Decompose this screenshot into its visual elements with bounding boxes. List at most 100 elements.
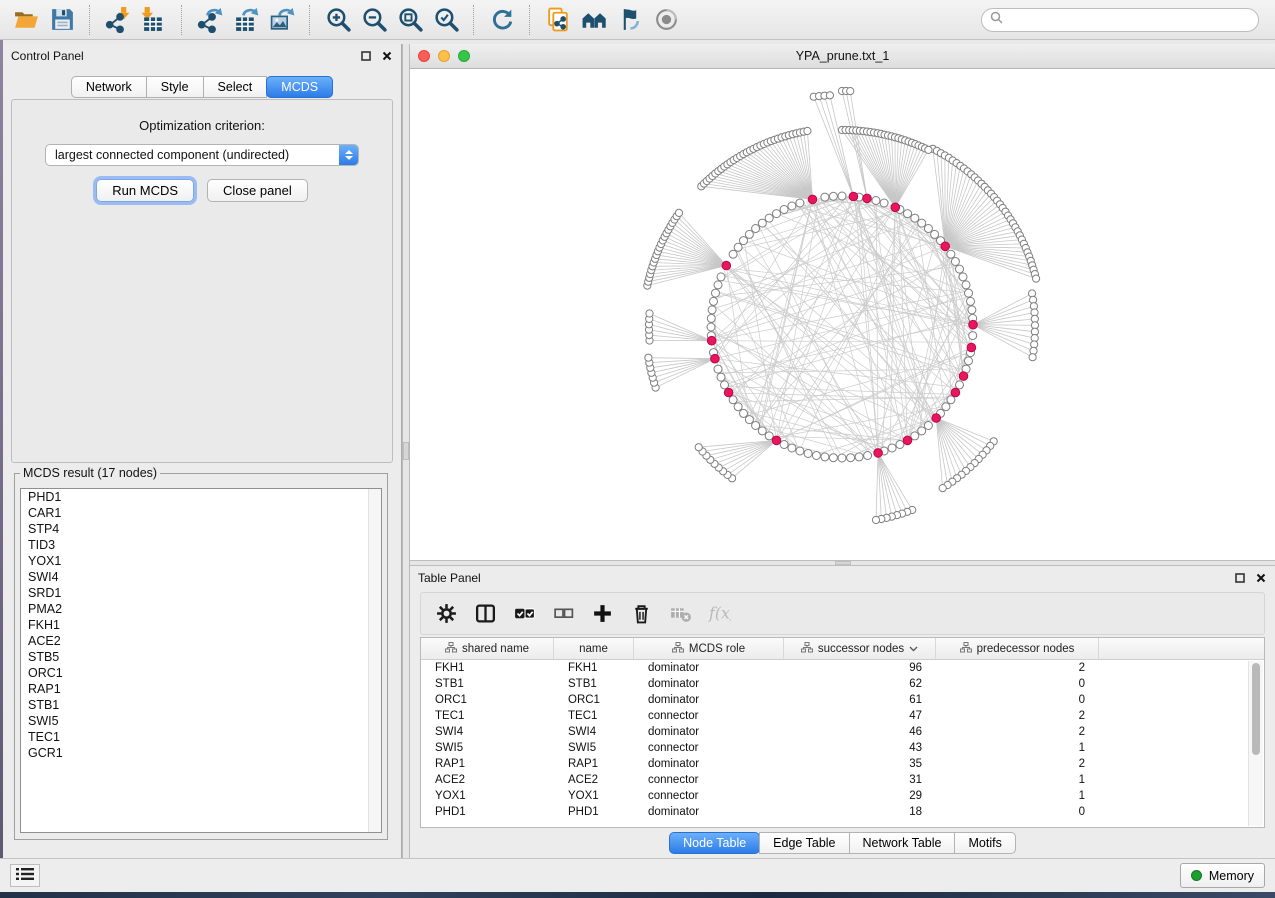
horizontal-splitter[interactable]: [410, 560, 1275, 566]
splitter-grip[interactable]: [835, 561, 851, 565]
table-row[interactable]: YOX1YOX1connector291: [421, 788, 1264, 804]
select-all-icon[interactable]: [509, 597, 539, 629]
create-column-icon[interactable]: [587, 597, 617, 629]
table-panel-titlebar: Table Panel: [410, 566, 1275, 590]
run-mcds-button[interactable]: Run MCDS: [96, 179, 194, 202]
result-node[interactable]: CAR1: [21, 505, 381, 521]
close-panel-button[interactable]: Close panel: [207, 179, 308, 202]
table-row[interactable]: TEC1TEC1connector472: [421, 708, 1264, 724]
table-cell: 0: [936, 806, 1099, 818]
tab-motifs[interactable]: Motifs: [954, 832, 1015, 854]
main-toolbar: [0, 0, 1275, 40]
table-cell: SWI5: [554, 742, 634, 754]
zoom-fit-icon[interactable]: [392, 3, 428, 37]
tab-mcds[interactable]: MCDS: [266, 76, 333, 98]
memory-button[interactable]: Memory: [1180, 863, 1265, 888]
close-panel-icon[interactable]: [381, 50, 393, 62]
result-node[interactable]: YOX1: [21, 553, 381, 569]
result-node[interactable]: STB1: [21, 697, 381, 713]
column-type-icon: [445, 642, 457, 656]
float-window-icon[interactable]: [1234, 572, 1246, 584]
result-node[interactable]: SRD1: [21, 585, 381, 601]
tab-edge-table[interactable]: Edge Table: [759, 832, 849, 854]
show-graphics-details-icon[interactable]: [648, 3, 684, 37]
zoom-in-icon[interactable]: [320, 3, 356, 37]
column-header-name[interactable]: name: [554, 638, 634, 659]
tab-select[interactable]: Select: [203, 76, 268, 98]
float-window-icon[interactable]: [360, 50, 372, 62]
table-row[interactable]: SWI5SWI5connector431: [421, 740, 1264, 756]
table-row[interactable]: RAP1RAP1dominator352: [421, 756, 1264, 772]
result-node[interactable]: TEC1: [21, 729, 381, 745]
column-header-successor-nodes[interactable]: successor nodes: [784, 638, 936, 659]
result-node[interactable]: STB5: [21, 649, 381, 665]
table-cell: RAP1: [554, 758, 634, 770]
zoom-selected-icon[interactable]: [428, 3, 464, 37]
result-node[interactable]: PMA2: [21, 601, 381, 617]
hide-flags-icon[interactable]: [612, 3, 648, 37]
result-node[interactable]: ACE2: [21, 633, 381, 649]
result-node[interactable]: TID3: [21, 537, 381, 553]
table-row[interactable]: FKH1FKH1dominator962: [421, 660, 1264, 676]
table-row[interactable]: ORC1ORC1dominator610: [421, 692, 1264, 708]
show-columns-icon[interactable]: [470, 597, 500, 629]
result-node[interactable]: ORC1: [21, 665, 381, 681]
table-row[interactable]: ACE2ACE2connector311: [421, 772, 1264, 788]
table-cell: 43: [784, 742, 936, 754]
vertical-splitter[interactable]: [402, 44, 410, 858]
result-node[interactable]: PHD1: [21, 489, 381, 505]
tab-network[interactable]: Network: [71, 76, 147, 98]
export-network-icon[interactable]: [192, 3, 228, 37]
table-cell: dominator: [634, 662, 784, 674]
table-cell: 1: [936, 790, 1099, 802]
save-session-icon[interactable]: [44, 3, 80, 37]
scrollbar-thumb[interactable]: [1252, 663, 1260, 755]
result-node[interactable]: FKH1: [21, 617, 381, 633]
network-graph[interactable]: [410, 69, 1275, 560]
delete-columns-icon[interactable]: [626, 597, 656, 629]
settings-icon[interactable]: [431, 597, 461, 629]
clone-network-icon[interactable]: [540, 3, 576, 37]
deselect-all-icon[interactable]: [548, 597, 578, 629]
network-view[interactable]: [410, 69, 1275, 560]
table-row[interactable]: PHD1PHD1dominator180: [421, 804, 1264, 820]
import-network-icon[interactable]: [100, 3, 136, 37]
search-box[interactable]: [981, 8, 1259, 32]
column-header-shared-name[interactable]: shared name: [421, 638, 554, 659]
export-table-icon[interactable]: [228, 3, 264, 37]
result-node[interactable]: STP4: [21, 521, 381, 537]
toolbar-separator: [529, 5, 531, 35]
import-table-icon[interactable]: [136, 3, 172, 37]
optimization-criterion-label: Optimization criterion:: [12, 118, 392, 133]
table-cell: 1: [936, 774, 1099, 786]
table-cell: dominator: [634, 678, 784, 690]
task-history-button[interactable]: [10, 864, 40, 887]
svg-text:f(x): f(x): [708, 604, 731, 623]
table-scrollbar[interactable]: [1248, 661, 1263, 826]
zoom-out-icon[interactable]: [356, 3, 392, 37]
export-image-icon[interactable]: [264, 3, 300, 37]
mcds-result-list[interactable]: PHD1CAR1STP4TID3YOX1SWI4SRD1PMA2FKH1ACE2…: [20, 488, 382, 833]
column-header-predecessor-nodes[interactable]: predecessor nodes: [936, 638, 1099, 659]
result-node[interactable]: SWI5: [21, 713, 381, 729]
tab-node-table[interactable]: Node Table: [669, 832, 760, 854]
refresh-icon[interactable]: [484, 3, 520, 37]
result-node[interactable]: RAP1: [21, 681, 381, 697]
result-node[interactable]: GCR1: [21, 745, 381, 761]
table-cell: ORC1: [554, 694, 634, 706]
splitter-grip[interactable]: [403, 442, 409, 460]
table-cell: 18: [784, 806, 936, 818]
close-panel-icon[interactable]: [1255, 572, 1267, 584]
table-row[interactable]: STB1STB1dominator620: [421, 676, 1264, 692]
tab-network-table[interactable]: Network Table: [849, 832, 956, 854]
optimization-criterion-select[interactable]: largest connected component (undirected): [45, 144, 359, 166]
tab-style[interactable]: Style: [146, 76, 204, 98]
list-icon: [16, 867, 34, 884]
column-header-MCDS-role[interactable]: MCDS role: [634, 638, 784, 659]
open-session-icon[interactable]: [8, 3, 44, 37]
table-row[interactable]: SWI4SWI4dominator462: [421, 724, 1264, 740]
result-node[interactable]: SWI4: [21, 569, 381, 585]
table-cell: ACE2: [421, 774, 554, 786]
search-input[interactable]: [1008, 12, 1250, 28]
network-overview-icon[interactable]: [576, 3, 612, 37]
